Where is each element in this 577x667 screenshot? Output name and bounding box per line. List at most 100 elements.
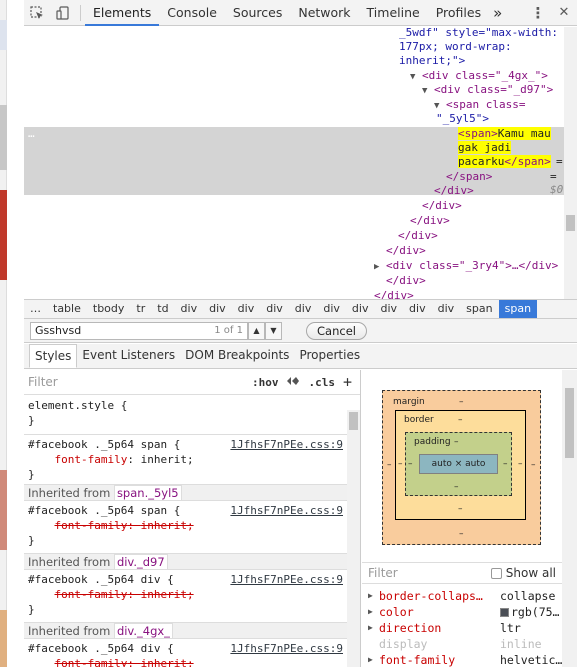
breadcrumb-item[interactable]: div xyxy=(260,300,289,318)
dom-node-inner-span[interactable]: <span>Kamu mau xyxy=(458,127,551,140)
breadcrumb-item[interactable]: table xyxy=(47,300,87,318)
tab-styles[interactable]: Styles xyxy=(29,344,78,368)
breadcrumb-item[interactable]: div xyxy=(403,300,432,318)
dom-node-div-4gx[interactable]: ▼ <div class="_4gx_"> xyxy=(410,69,548,82)
tab-console[interactable]: Console xyxy=(159,0,225,26)
breadcrumb-item[interactable]: div xyxy=(346,300,375,318)
expand-triangle-icon[interactable]: ▼ xyxy=(422,86,427,96)
tab-dom-breakpoints[interactable]: DOM Breakpoints xyxy=(180,344,294,368)
breadcrumb-item[interactable]: div xyxy=(374,300,403,318)
breadcrumb-item[interactable]: div xyxy=(289,300,318,318)
css-rule[interactable]: #facebook ._5p64 span { 1JfhsF7nPEe.css:9… xyxy=(24,434,347,482)
search-input[interactable]: Gsshvsd 1 of 1 xyxy=(30,321,248,340)
box-padding[interactable]: padding – – – – auto × auto xyxy=(405,432,512,496)
dom-node-div-3ry4[interactable]: ▶ <div class="_3ry4">…</div> xyxy=(374,259,558,272)
box-content-size[interactable]: auto × auto xyxy=(419,454,498,474)
computed-property-row[interactable]: ▶ font-family helvetic… xyxy=(362,652,562,667)
box-padding-bottom: – xyxy=(454,482,459,492)
expand-triangle-icon[interactable]: ▼ xyxy=(410,72,415,82)
search-prev-button[interactable]: ▲ xyxy=(248,321,265,340)
color-format-icon[interactable] xyxy=(286,376,300,389)
css-property-value[interactable]: inherit; xyxy=(141,657,194,667)
scrollbar-thumb[interactable] xyxy=(566,215,575,231)
expand-triangle-icon[interactable]: ▶ xyxy=(368,652,373,667)
css-rule[interactable]: #facebook ._5p64 div {1JfhsF7nPEe.css:9 … xyxy=(24,641,347,667)
breadcrumb-item[interactable]: div xyxy=(432,300,461,318)
elements-dom-tree: _5wdf" style="max-width: 177px; word-wra… xyxy=(24,27,577,299)
computed-property-row[interactable]: ▶ border-collaps… collapse xyxy=(362,588,562,604)
ellipsis-icon[interactable]: … xyxy=(28,127,35,140)
more-tabs-icon[interactable]: » xyxy=(489,0,506,26)
breadcrumb-item[interactable]: span xyxy=(460,300,498,318)
class-toggle[interactable]: .cls xyxy=(308,376,335,389)
css-property-overridden[interactable]: font-family xyxy=(55,657,128,667)
css-property-value[interactable]: inherit; xyxy=(141,453,194,466)
show-all-toggle[interactable]: Show all xyxy=(490,566,556,580)
computed-property-row[interactable]: ▶ color rgb(75… xyxy=(362,604,562,620)
breadcrumb-item[interactable]: tr xyxy=(130,300,151,318)
css-property-overridden[interactable]: font-family xyxy=(55,519,128,532)
breadcrumb-item[interactable]: … xyxy=(24,300,47,318)
dom-node-div-d97[interactable]: ▼ <div class="_d97"> xyxy=(422,83,553,96)
element-style-rule[interactable]: element.style { } xyxy=(24,398,347,428)
css-property-value[interactable]: inherit; xyxy=(141,588,194,601)
breadcrumb-item[interactable]: tbody xyxy=(87,300,131,318)
box-model-diagram[interactable]: margin – – – – border – – – – padding – … xyxy=(382,390,541,545)
computed-property-row[interactable]: ▶ direction ltr xyxy=(362,620,562,636)
breadcrumb-item[interactable]: div xyxy=(317,300,346,318)
breadcrumb-item[interactable]: td xyxy=(151,300,174,318)
tab-sources[interactable]: Sources xyxy=(225,0,290,26)
computed-property-row[interactable]: display inline xyxy=(362,636,562,652)
color-swatch[interactable] xyxy=(500,608,509,617)
scrollbar-thumb[interactable] xyxy=(349,412,358,430)
search-next-button[interactable]: ▼ xyxy=(265,321,282,340)
menu-dots-icon[interactable]: ⋮ xyxy=(525,0,551,26)
sidebar-tabs: Styles Event Listeners DOM Breakpoints P… xyxy=(24,344,577,369)
css-rule[interactable]: #facebook ._5p64 span {1JfhsF7nPEe.css:9… xyxy=(24,503,347,548)
css-rule[interactable]: #facebook ._5p64 div {1JfhsF7nPEe.css:9 … xyxy=(24,572,347,617)
styles-scrollbar[interactable] xyxy=(347,410,360,667)
expand-triangle-icon[interactable]: ▶ xyxy=(368,588,373,604)
tab-profiles[interactable]: Profiles xyxy=(428,0,489,26)
tab-elements[interactable]: Elements xyxy=(85,0,160,26)
rule-source-link[interactable]: 1JfhsF7nPEe.css:9 xyxy=(230,572,343,587)
expand-triangle-icon[interactable]: ▶ xyxy=(368,604,373,620)
show-all-checkbox[interactable] xyxy=(490,567,502,579)
dom-text: gak jadi xyxy=(458,141,511,154)
inherited-selector-link[interactable]: span._5yl5 xyxy=(113,485,182,501)
tab-timeline[interactable]: Timeline xyxy=(359,0,428,26)
box-border[interactable]: border – – – – padding – – – – auto × au… xyxy=(395,410,526,520)
add-rule-icon[interactable]: + xyxy=(343,373,352,391)
rule-source-link[interactable]: 1JfhsF7nPEe.css:9 xyxy=(230,641,343,656)
css-property-name[interactable]: font-family xyxy=(55,453,128,466)
scrollbar-thumb[interactable] xyxy=(565,388,574,458)
tab-properties[interactable]: Properties xyxy=(294,344,365,368)
rule-source-link[interactable]: 1JfhsF7nPEe.css:9 xyxy=(230,437,343,452)
tab-network[interactable]: Network xyxy=(290,0,358,26)
computed-filter-input[interactable]: Filter xyxy=(368,566,398,580)
cancel-button[interactable]: Cancel xyxy=(306,321,367,340)
css-property-overridden[interactable]: font-family xyxy=(55,588,128,601)
box-margin-bottom: – xyxy=(459,529,464,539)
breadcrumb-item[interactable]: div xyxy=(175,300,204,318)
expand-triangle-icon[interactable]: ▼ xyxy=(434,101,439,111)
inherited-selector-link[interactable]: div._d97 xyxy=(113,554,168,570)
inspect-element-icon[interactable] xyxy=(24,0,50,26)
expand-triangle-icon[interactable]: ▶ xyxy=(368,620,373,636)
rule-selector: #facebook ._5p64 span { xyxy=(28,438,181,451)
rule-source-link[interactable]: 1JfhsF7nPEe.css:9 xyxy=(230,503,343,518)
css-property-value[interactable]: inherit; xyxy=(141,519,194,532)
elements-scrollbar[interactable] xyxy=(564,27,577,299)
close-icon[interactable]: ✕ xyxy=(551,0,577,26)
breadcrumb-item-active[interactable]: span xyxy=(498,300,538,318)
computed-scrollbar[interactable] xyxy=(562,370,577,667)
breadcrumb-item[interactable]: div xyxy=(203,300,232,318)
collapse-triangle-icon[interactable]: ▶ xyxy=(374,262,379,272)
breadcrumb-item[interactable]: div xyxy=(232,300,261,318)
tab-event-listeners[interactable]: Event Listeners xyxy=(77,344,180,368)
device-mode-icon[interactable] xyxy=(50,0,76,26)
hover-state-toggle[interactable]: :hov xyxy=(252,376,279,389)
inherited-selector-link[interactable]: div._4gx_ xyxy=(113,623,173,639)
styles-filter-input[interactable]: Filter xyxy=(28,375,252,389)
dom-node-span-5yl5[interactable]: ▼ <span class= xyxy=(434,98,526,111)
